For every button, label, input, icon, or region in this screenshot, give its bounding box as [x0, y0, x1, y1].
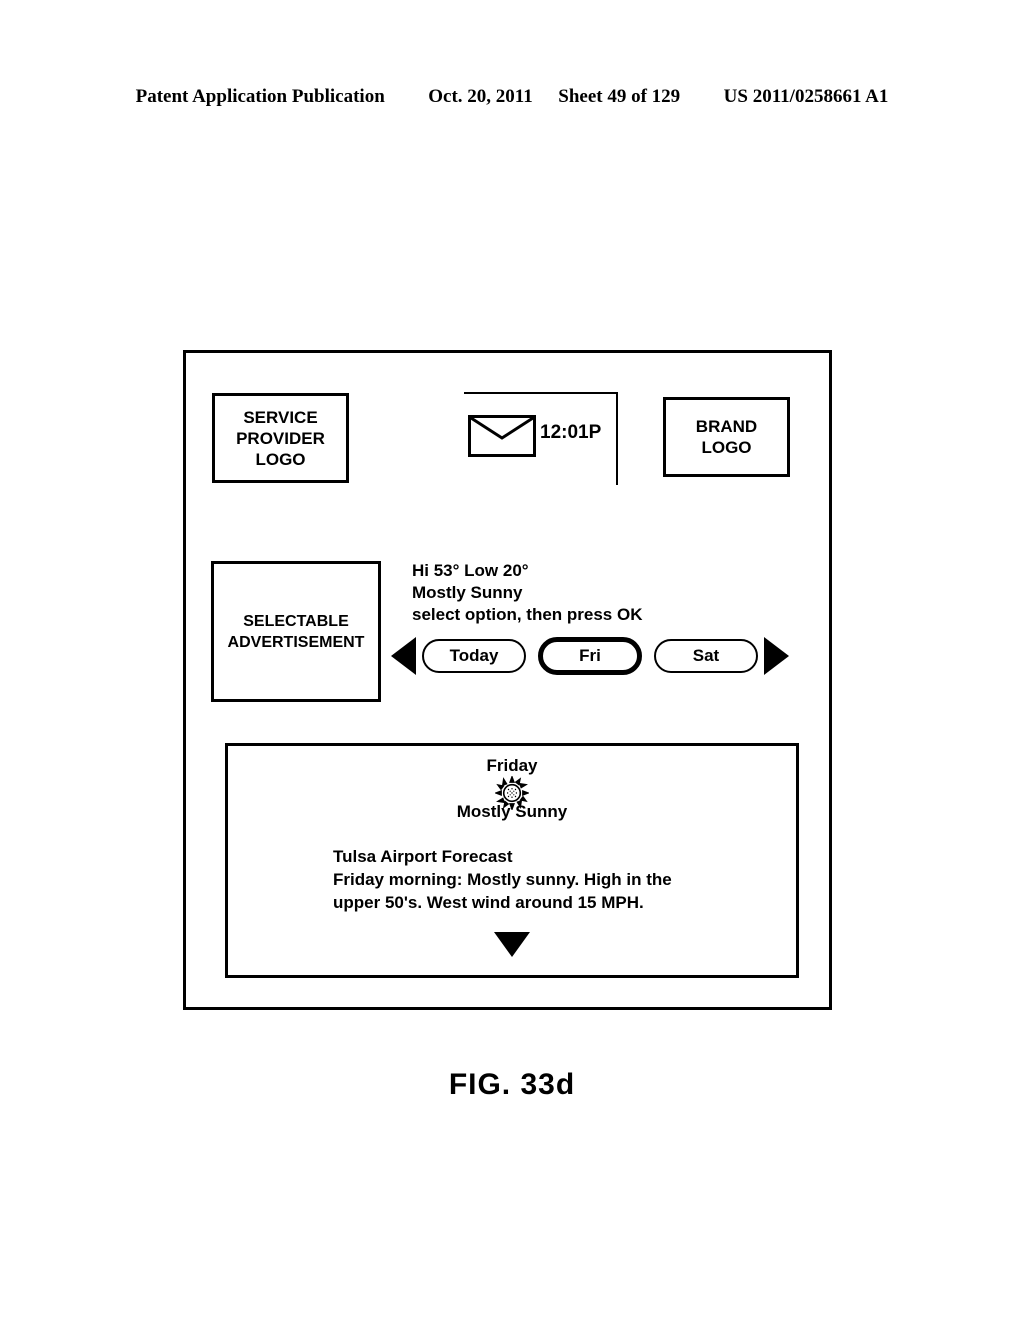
weather-conditions: Mostly Sunny	[412, 583, 523, 602]
weather-summary: Hi 53° Low 20° Mostly Sunny select optio…	[412, 560, 643, 626]
status-bar: 12:01P	[464, 392, 618, 485]
day-option-sat[interactable]: Sat	[654, 639, 758, 673]
triangle-right-icon[interactable]	[764, 637, 789, 675]
brand-logo-line-1: BRAND	[695, 417, 758, 436]
day-option-today-label: Today	[449, 646, 499, 665]
triangle-left-icon[interactable]	[391, 637, 416, 675]
service-provider-logo-line-3: LOGO	[255, 449, 306, 469]
forecast-day-label: Friday	[486, 756, 538, 775]
day-option-today[interactable]: Today	[422, 639, 526, 673]
figure-caption: FIG. 33d	[448, 1068, 576, 1101]
envelope-icon[interactable]	[468, 415, 536, 457]
envelope-flap-icon	[471, 418, 533, 440]
advertisement-line-1: SELECTABLE	[243, 612, 349, 630]
day-option-sat-label: Sat	[692, 646, 720, 665]
service-provider-logo-box: SERVICE PROVIDER LOGO	[212, 393, 349, 483]
weather-temperatures: Hi 53° Low 20°	[412, 561, 529, 580]
status-time: 12:01P	[540, 422, 602, 443]
patent-sheet-number: Sheet 49 of 129	[558, 86, 681, 107]
day-selector: Today Fri Sat	[391, 635, 821, 677]
patent-publication-label: Patent Application Publication	[135, 86, 385, 107]
brand-logo-line-2: LOGO	[701, 438, 752, 457]
day-option-fri-label: Fri	[579, 646, 601, 665]
service-provider-logo-line-2: PROVIDER	[236, 428, 325, 448]
selection-instruction: select option, then press OK	[412, 605, 643, 624]
patent-date: Oct. 20, 2011	[428, 86, 533, 107]
triangle-down-icon[interactable]	[494, 932, 530, 957]
patent-header: Patent Application Publication Oct. 20, …	[0, 86, 1024, 108]
forecast-text: Tulsa Airport Forecast Friday morning: M…	[333, 845, 763, 914]
forecast-body-line-1: Friday morning: Mostly sunny. High in th…	[333, 870, 672, 889]
forecast-title: Tulsa Airport Forecast	[333, 847, 513, 866]
service-provider-logo-line-1: SERVICE	[243, 407, 318, 427]
forecast-body-line-2: upper 50's. West wind around 15 MPH.	[333, 893, 644, 912]
patent-publication-number: US 2011/0258661 A1	[723, 86, 889, 107]
advertisement-line-2: ADVERTISEMENT	[227, 633, 365, 651]
selectable-advertisement[interactable]: SELECTABLE ADVERTISEMENT	[211, 561, 381, 702]
forecast-conditions-label: Mostly Sunny	[456, 802, 568, 821]
device-screen-frame: SERVICE PROVIDER LOGO 12:01P BRAND LOGO …	[183, 350, 832, 1010]
forecast-detail-panel: Friday Mostly Sunny Tulsa Airport Foreca…	[225, 743, 799, 978]
day-option-fri[interactable]: Fri	[538, 637, 642, 675]
brand-logo-box: BRAND LOGO	[663, 397, 790, 477]
